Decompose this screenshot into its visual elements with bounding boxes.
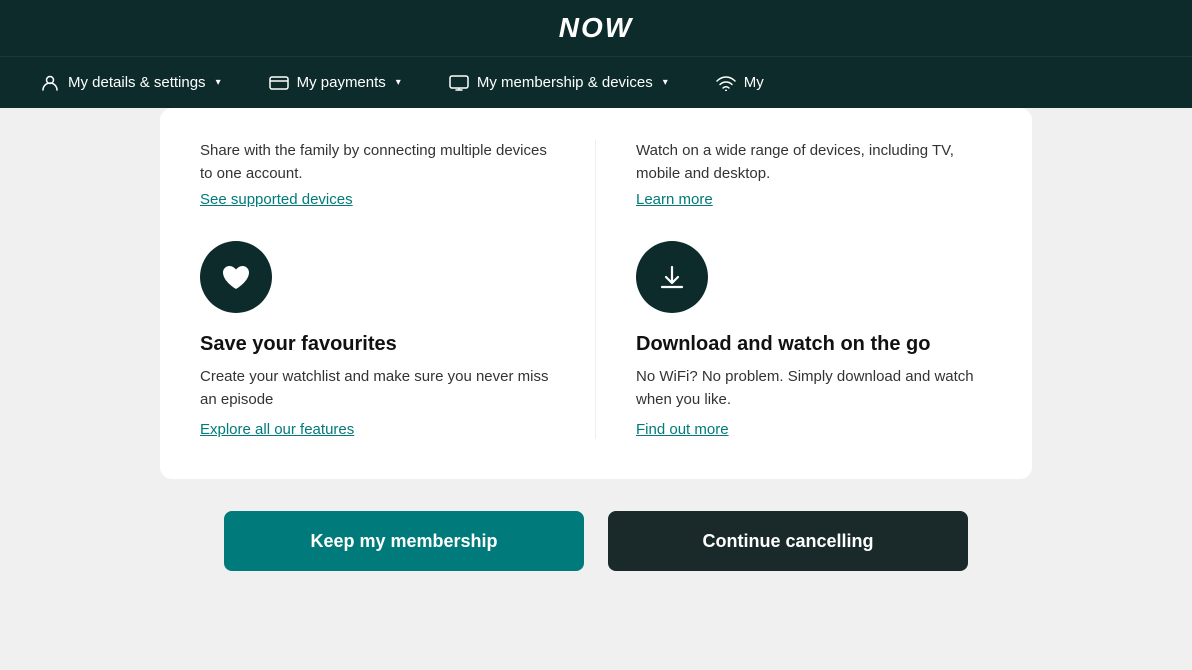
nav-my-membership-label: My membership & devices <box>477 74 653 91</box>
nav-my-payments-label: My payments <box>297 74 386 91</box>
tv-icon <box>449 73 469 93</box>
feature-top-left-desc: Share with the family by connecting mult… <box>200 140 555 185</box>
nav-my-membership[interactable]: My membership & devices ▾ <box>449 73 668 93</box>
see-supported-devices-link[interactable]: See supported devices <box>200 191 353 208</box>
download-icon <box>656 261 688 293</box>
feature-top-left: Share with the family by connecting mult… <box>200 140 596 439</box>
download-icon-circle <box>636 241 708 313</box>
card-icon <box>269 73 289 93</box>
feature-top-right: Watch on a wide range of devices, includ… <box>596 140 992 439</box>
chevron-down-icon: ▾ <box>663 77 668 88</box>
nav-my-details-label: My details & settings <box>68 74 206 91</box>
chevron-down-icon: ▾ <box>396 77 401 88</box>
nav-my-label: My <box>744 74 764 91</box>
features-card: Share with the family by connecting mult… <box>160 108 1032 479</box>
find-out-more-link[interactable]: Find out more <box>636 421 729 438</box>
heart-icon <box>220 262 252 292</box>
now-logo: NOW <box>559 12 633 44</box>
feature-bottom-left-title: Save your favourites <box>200 333 555 356</box>
main-content: Share with the family by connecting mult… <box>0 108 1192 635</box>
nav-my-details[interactable]: My details & settings ▾ <box>40 73 221 93</box>
feature-top-right-desc: Watch on a wide range of devices, includ… <box>636 140 992 185</box>
keep-membership-button[interactable]: Keep my membership <box>224 511 584 571</box>
action-buttons: Keep my membership Continue cancelling <box>0 511 1192 595</box>
features-grid: Share with the family by connecting mult… <box>200 140 992 439</box>
feature-bottom-right-desc: No WiFi? No problem. Simply download and… <box>636 366 992 411</box>
explore-features-link[interactable]: Explore all our features <box>200 421 354 438</box>
continue-cancelling-button[interactable]: Continue cancelling <box>608 511 968 571</box>
nav-my-wifi[interactable]: My <box>716 73 764 93</box>
nav-bar: My details & settings ▾ My payments ▾ My… <box>0 56 1192 108</box>
nav-my-payments[interactable]: My payments ▾ <box>269 73 401 93</box>
feature-bottom-right-title: Download and watch on the go <box>636 333 992 356</box>
feature-bottom-left-desc: Create your watchlist and make sure you … <box>200 366 555 411</box>
learn-more-link[interactable]: Learn more <box>636 191 713 208</box>
person-icon <box>40 73 60 93</box>
wifi-icon <box>716 73 736 93</box>
top-bar: NOW <box>0 0 1192 56</box>
heart-icon-circle <box>200 241 272 313</box>
chevron-down-icon: ▾ <box>216 77 221 88</box>
